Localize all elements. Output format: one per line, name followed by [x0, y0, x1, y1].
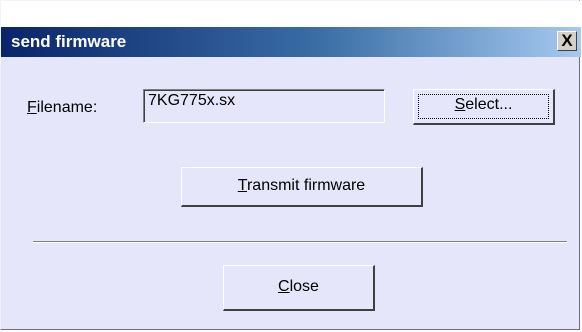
send-firmware-dialog: send firmware X Filename: 7KG775x.sx Sel…	[0, 0, 581, 330]
select-button-focus-rect	[418, 94, 549, 119]
transmit-button-label: ransmit firmware	[246, 177, 366, 194]
window-top-strip	[1, 1, 581, 27]
close-button[interactable]: Close	[223, 265, 375, 311]
filename-label: Filename:	[27, 99, 97, 117]
transmit-button-accelerator: T	[237, 177, 247, 194]
close-icon: X	[561, 31, 573, 50]
close-window-button[interactable]: X	[557, 31, 577, 51]
window-title: send firmware	[11, 32, 127, 51]
close-button-label: lose	[289, 278, 319, 295]
filename-label-accelerator: F	[27, 99, 37, 116]
transmit-firmware-button[interactable]: Transmit firmware	[181, 167, 423, 207]
filename-field[interactable]: 7KG775x.sx	[143, 89, 385, 123]
close-button-accelerator: C	[278, 278, 290, 295]
separator-line	[33, 241, 567, 243]
select-button[interactable]: Select...	[413, 89, 555, 125]
filename-label-text: ilename:	[36, 99, 98, 116]
title-bar[interactable]: send firmware X	[1, 27, 581, 57]
